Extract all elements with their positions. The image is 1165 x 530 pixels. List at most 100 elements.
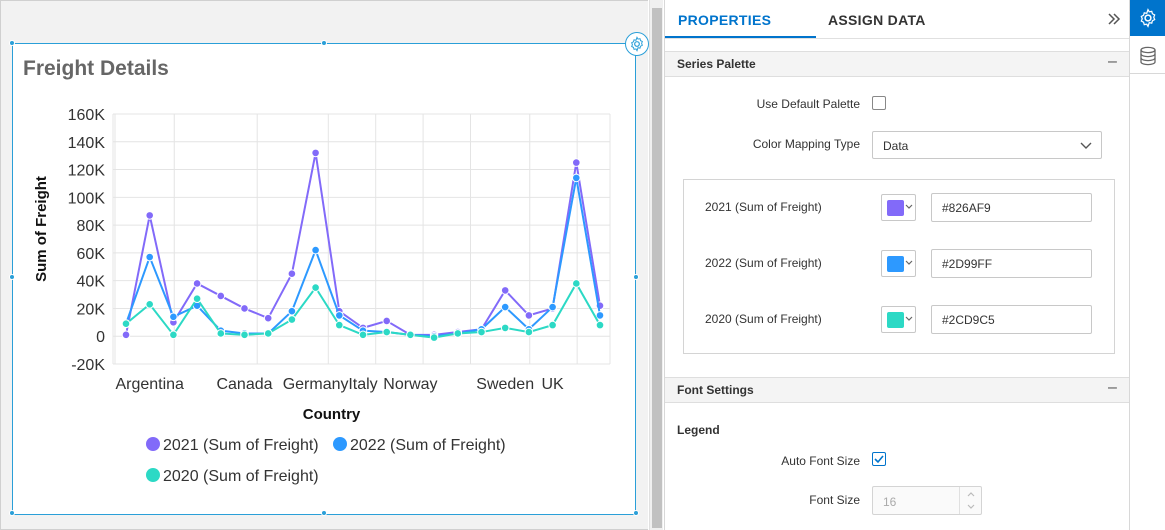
data-point bbox=[287, 315, 297, 324]
color-mapping-dropdown[interactable]: Data bbox=[872, 131, 1102, 159]
dashboard-canvas: Freight Details -20K 0 20K 40K 60K 80K 100K 120… bbox=[0, 0, 649, 530]
tab-assign-data[interactable]: ASSIGN DATA bbox=[828, 12, 926, 28]
font-size-value: 16 bbox=[883, 495, 897, 509]
properties-panel: PROPERTIES ASSIGN DATA Series Palette – … bbox=[664, 0, 1129, 530]
series-palette-title: Series Palette bbox=[677, 57, 756, 71]
data-point bbox=[524, 327, 534, 337]
data-point bbox=[287, 269, 297, 279]
y-tick-label: -20K bbox=[71, 357, 105, 374]
x-tick-label: UK bbox=[541, 376, 564, 393]
collapse-minus-icon[interactable]: – bbox=[1108, 53, 1117, 71]
legend-label: 2020 (Sum of Freight) bbox=[163, 468, 319, 485]
x-tick-label: Sweden bbox=[476, 376, 534, 393]
spin-down-icon[interactable] bbox=[960, 501, 982, 514]
hex-color-input[interactable]: #826AF9 bbox=[931, 193, 1092, 222]
font-size-stepper[interactable]: 16 bbox=[872, 486, 982, 515]
font-settings-title: Font Settings bbox=[677, 383, 754, 397]
x-axis-title: Country bbox=[303, 406, 361, 423]
canvas-scrollbar[interactable] bbox=[649, 0, 663, 530]
gear-icon bbox=[631, 36, 643, 52]
palette-entry-label: 2022 (Sum of Freight) bbox=[705, 256, 822, 270]
color-swatch bbox=[887, 312, 904, 328]
data-point bbox=[500, 302, 510, 312]
data-point bbox=[240, 330, 249, 340]
data-point bbox=[263, 313, 273, 323]
color-swatch bbox=[887, 200, 904, 216]
use-default-palette-checkbox[interactable] bbox=[872, 96, 886, 110]
spin-buttons[interactable] bbox=[959, 487, 981, 514]
series-palette-header[interactable]: Series Palette – bbox=[665, 51, 1129, 77]
caret-down-icon bbox=[905, 260, 913, 265]
color-swatch bbox=[887, 256, 904, 272]
palette-entries: 2021 (Sum of Freight) #826AF9 2022 (Sum … bbox=[683, 179, 1115, 354]
y-tick-label: 0 bbox=[96, 329, 105, 346]
color-picker-button[interactable] bbox=[881, 194, 916, 221]
y-axis-title: Sum of Freight bbox=[33, 176, 50, 282]
line-chart: -20K 0 20K 40K 60K 80K 100K 120K 140K 160K Argenti… bbox=[33, 107, 611, 485]
data-point bbox=[335, 320, 344, 330]
data-point bbox=[311, 148, 320, 158]
caret-down-icon bbox=[905, 204, 913, 209]
properties-side-button[interactable] bbox=[1130, 0, 1165, 36]
hex-color-input[interactable]: #2D99FF bbox=[931, 249, 1092, 278]
data-point bbox=[216, 291, 226, 301]
palette-entry-label: 2020 (Sum of Freight) bbox=[705, 312, 822, 326]
auto-font-size-checkbox[interactable] bbox=[872, 452, 886, 466]
data-point bbox=[500, 323, 510, 333]
legend-marker bbox=[146, 468, 160, 482]
data-point bbox=[121, 330, 131, 340]
data-side-button[interactable] bbox=[1130, 38, 1165, 74]
data-point bbox=[429, 333, 439, 342]
spin-up-icon[interactable] bbox=[960, 487, 982, 500]
hex-color-input[interactable]: #2CD9C5 bbox=[931, 305, 1092, 334]
data-point bbox=[548, 302, 557, 312]
y-tick-label: 120K bbox=[68, 163, 106, 180]
x-tick-label: Argentina bbox=[115, 376, 184, 393]
color-picker-button[interactable] bbox=[881, 250, 916, 277]
data-point bbox=[595, 311, 605, 320]
y-tick-label: 80K bbox=[77, 218, 106, 235]
data-point bbox=[335, 311, 344, 320]
y-tick-label: 140K bbox=[68, 135, 106, 152]
legend-marker bbox=[333, 437, 347, 451]
widget-settings-button[interactable] bbox=[625, 32, 649, 56]
x-tick-label: Germany bbox=[283, 376, 349, 393]
caret-down-icon bbox=[905, 316, 913, 321]
color-mapping-label: Color Mapping Type bbox=[752, 137, 860, 151]
auto-font-size-label: Auto Font Size bbox=[781, 454, 860, 468]
side-toolbar bbox=[1129, 0, 1165, 530]
legend-label: 2022 (Sum of Freight) bbox=[350, 437, 506, 454]
data-point bbox=[500, 286, 510, 295]
data-point bbox=[311, 283, 320, 292]
data-point bbox=[145, 299, 154, 309]
chevrons-right-icon[interactable] bbox=[1107, 10, 1121, 31]
y-tick-label: 100K bbox=[68, 190, 106, 207]
data-point bbox=[572, 158, 581, 167]
legend-label: 2021 (Sum of Freight) bbox=[163, 437, 319, 454]
y-tick-label: 40K bbox=[77, 274, 106, 291]
collapse-minus-icon[interactable]: – bbox=[1108, 379, 1117, 397]
font-settings-header[interactable]: Font Settings – bbox=[665, 377, 1129, 403]
y-tick-label: 160K bbox=[68, 107, 106, 124]
data-point bbox=[382, 316, 392, 326]
gear-icon bbox=[1140, 8, 1156, 28]
scrollbar-thumb[interactable] bbox=[652, 8, 662, 528]
color-mapping-value: Data bbox=[883, 139, 909, 153]
data-point bbox=[453, 329, 463, 338]
active-tab-indicator bbox=[665, 36, 816, 38]
chart-widget[interactable]: Freight Details -20K 0 20K 40K 60K 80K 100K 120… bbox=[9, 32, 649, 516]
chevron-down-icon bbox=[1080, 142, 1092, 149]
data-point bbox=[145, 211, 154, 220]
color-picker-button[interactable] bbox=[881, 306, 916, 333]
tab-properties[interactable]: PROPERTIES bbox=[678, 12, 771, 28]
data-point bbox=[358, 330, 368, 340]
data-point bbox=[263, 329, 273, 338]
data-point bbox=[169, 330, 178, 340]
y-tick-label: 60K bbox=[77, 246, 106, 263]
x-tick-label: Italy bbox=[348, 376, 377, 393]
y-tick-label: 20K bbox=[77, 301, 106, 318]
use-default-palette-label: Use Default Palette bbox=[756, 97, 860, 111]
palette-entry-label: 2021 (Sum of Freight) bbox=[705, 200, 822, 214]
data-point bbox=[524, 311, 534, 320]
legend-subheading: Legend bbox=[677, 423, 720, 437]
